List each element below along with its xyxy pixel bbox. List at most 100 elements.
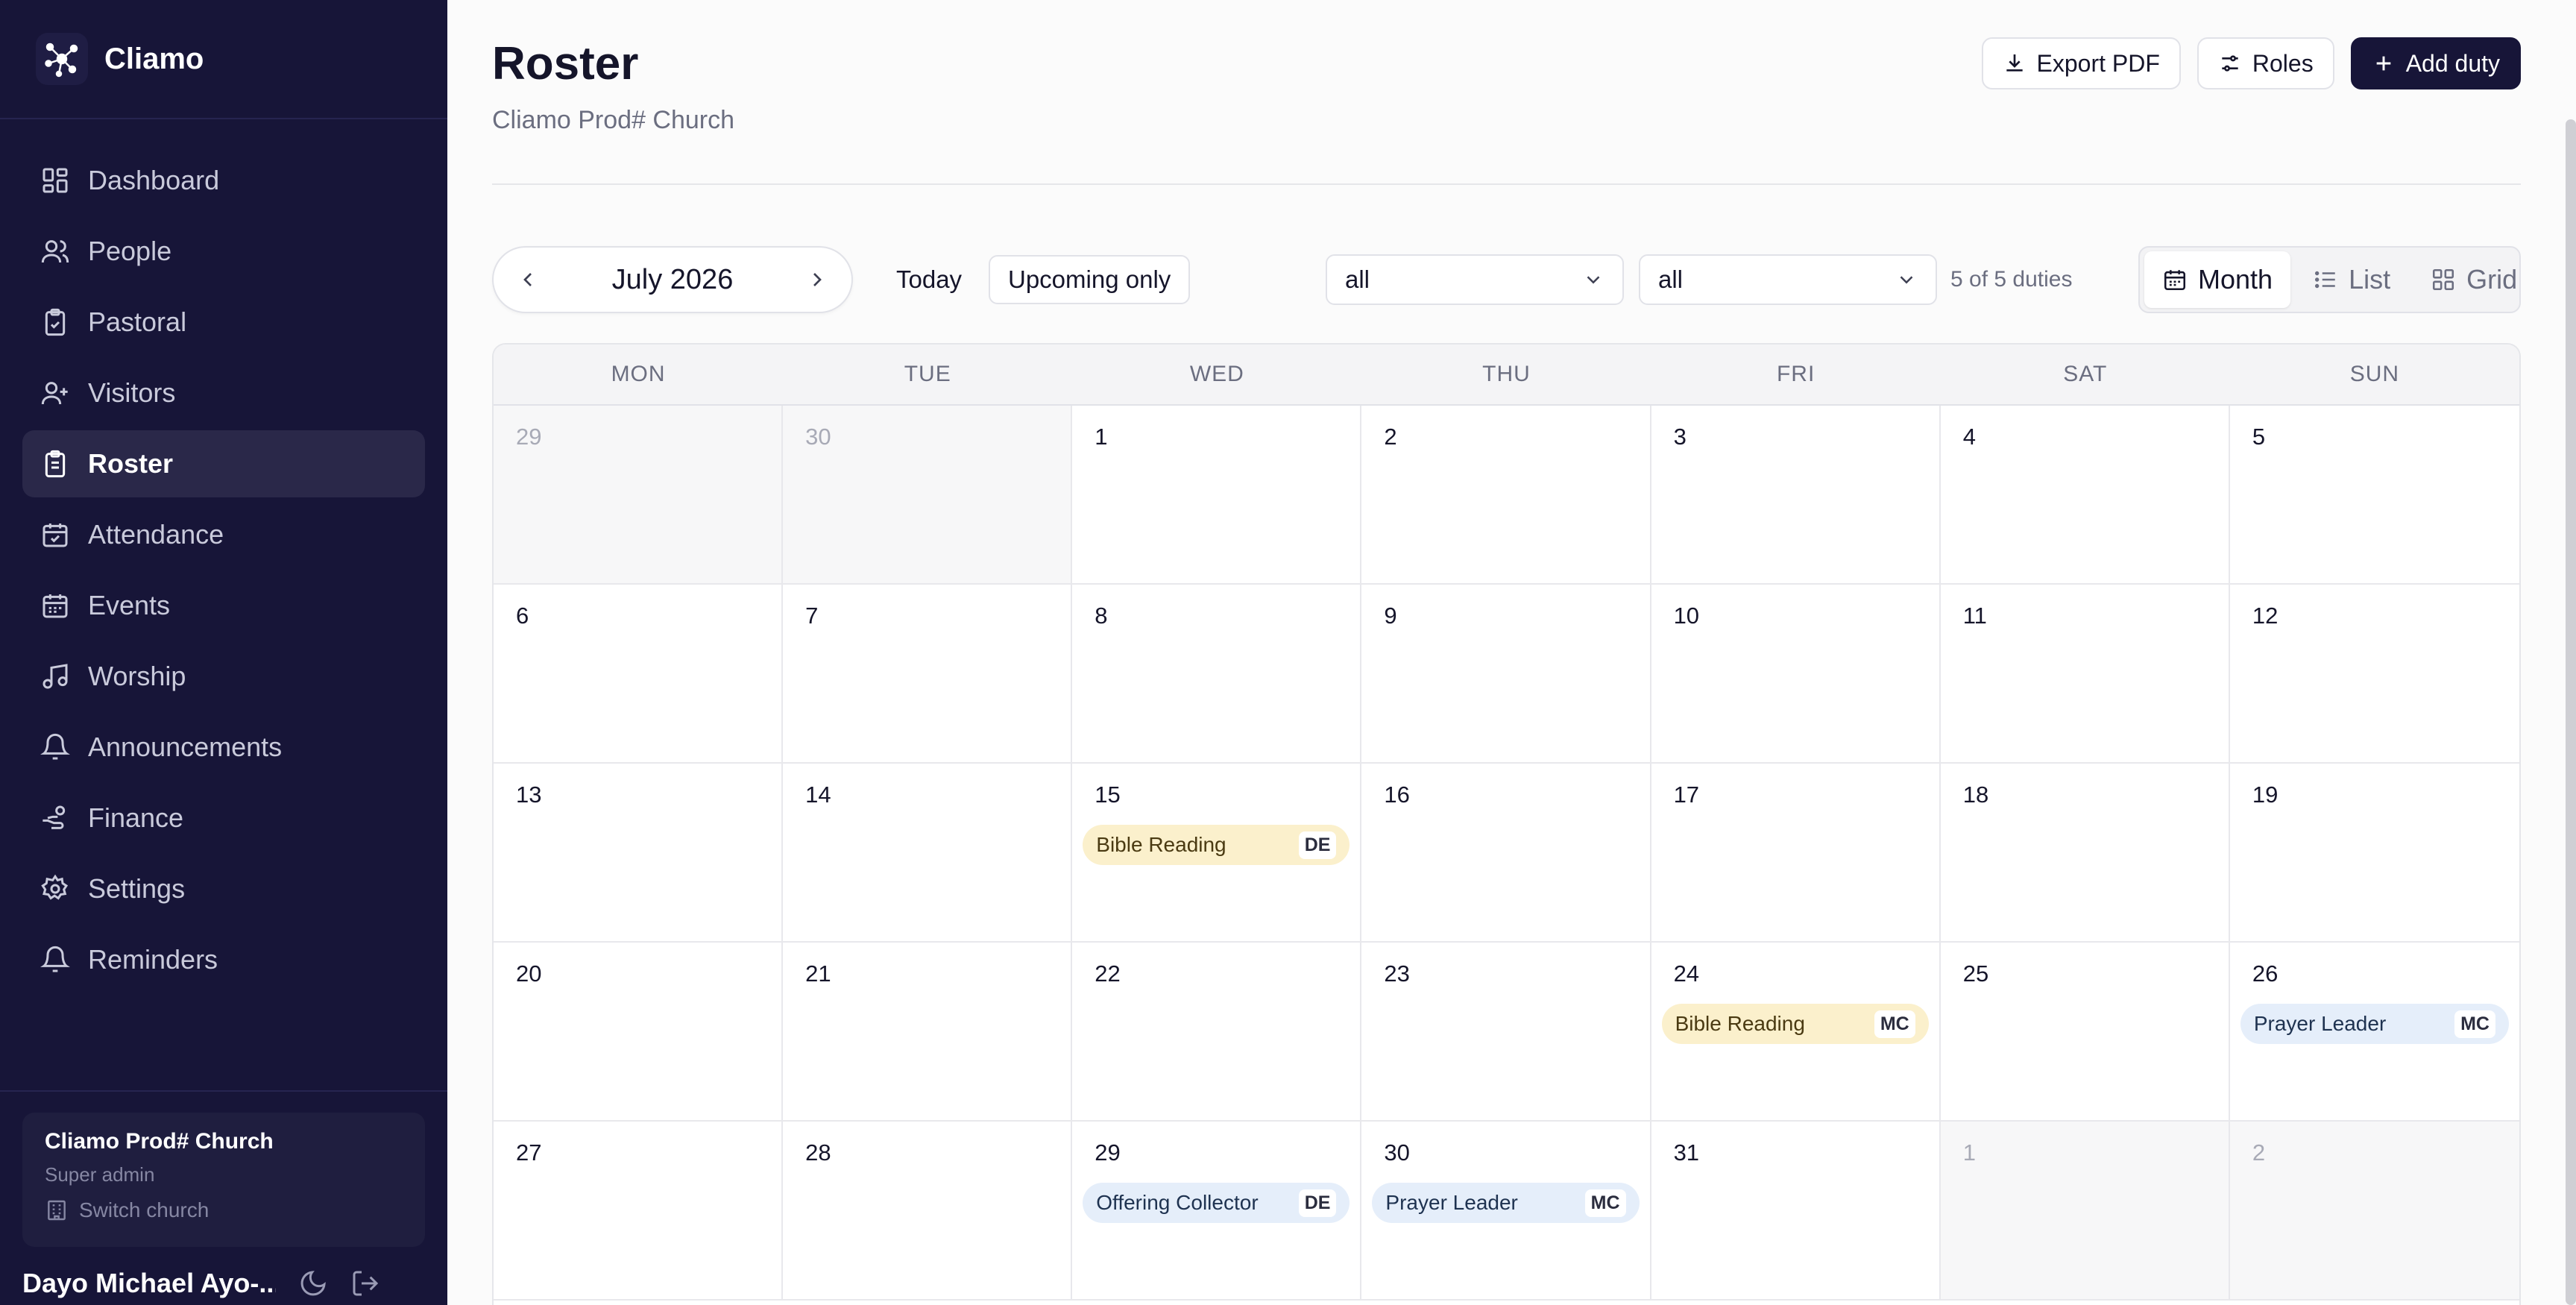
main-content: Roster Cliamo Prod# Church Export PDF Ro… (447, 0, 2576, 1305)
calendar-day-cell[interactable]: 21 (783, 943, 1073, 1122)
calendar-day-cell[interactable]: 10 (1651, 585, 1941, 764)
sidebar-item-label: Events (88, 590, 171, 620)
view-month-button[interactable]: Month (2144, 251, 2291, 308)
duty-event-chip[interactable]: Prayer Leader MC (2240, 1004, 2509, 1044)
day-number: 16 (1384, 782, 1410, 808)
sidebar-item-label: Finance (88, 802, 184, 833)
calendar-day-cell[interactable]: 18 (1940, 764, 2230, 943)
duty-count: 5 of 5 duties (1950, 267, 2073, 292)
calendar-day-cell[interactable]: 29 Offering Collector DE (1072, 1122, 1362, 1301)
chevron-down-icon (1900, 276, 1913, 284)
assignee-initials-badge: DE (1298, 831, 1337, 859)
day-number: 29 (1095, 1139, 1121, 1166)
calendar-day-cell[interactable]: 25 (1940, 943, 2230, 1122)
sidebar-divider (0, 118, 447, 119)
filter-select-2[interactable]: all (1639, 254, 1937, 305)
roles-button[interactable]: Roles (2196, 37, 2334, 89)
chevron-left-icon[interactable] (516, 268, 540, 292)
sidebar-item-label: Settings (88, 873, 186, 904)
weekday-header: MON TUE WED THU FRI SAT SUN (494, 345, 2519, 406)
view-list-button[interactable]: List (2295, 251, 2408, 308)
export-pdf-button[interactable]: Export PDF (1981, 37, 2181, 89)
chevron-down-icon (1587, 276, 1600, 284)
calendar-day-cell[interactable]: 24 Bible Reading MC (1651, 943, 1941, 1122)
calendar-day-cell[interactable]: 1 (1940, 1122, 2230, 1301)
calendar-day-cell[interactable]: 14 (783, 764, 1073, 943)
calendar-day-cell[interactable]: 30 (783, 406, 1073, 585)
calendar-day-cell[interactable]: 31 (1651, 1122, 1941, 1301)
calendar-day-cell[interactable]: 3 (1651, 406, 1941, 585)
day-number: 12 (2252, 603, 2279, 629)
sidebar-item-attendance[interactable]: Attendance (22, 501, 425, 568)
sidebar-item-roster[interactable]: Roster (22, 430, 425, 497)
calendar-day-cell[interactable]: 30 Prayer Leader MC (1361, 1122, 1651, 1301)
chevron-right-icon[interactable] (805, 268, 829, 292)
weekday-label: SAT (2063, 362, 2108, 386)
download-icon (2006, 54, 2023, 72)
calendar-day-cell[interactable]: 7 (783, 585, 1073, 764)
day-number: 22 (1095, 960, 1121, 987)
filter-select-1[interactable]: all (1326, 254, 1624, 305)
sidebar-item-events[interactable]: Events (22, 572, 425, 639)
day-number: 9 (1384, 603, 1397, 629)
day-number: 21 (805, 960, 831, 987)
calendar-day-cell[interactable]: 12 (2229, 585, 2519, 764)
day-number: 28 (805, 1139, 831, 1166)
moon-icon[interactable] (298, 1268, 328, 1298)
duty-event-chip[interactable]: Bible Reading DE (1083, 825, 1350, 865)
view-grid-button[interactable]: Grid (2413, 251, 2535, 308)
calendar-day-cell[interactable]: 23 (1361, 943, 1651, 1122)
sidebar-item-announcements[interactable]: Announcements (22, 714, 425, 781)
calendar-day-cell[interactable]: 11 (1940, 585, 2230, 764)
calendar-day-cell[interactable]: 26 Prayer Leader MC (2229, 943, 2519, 1122)
calendar-day-cell[interactable]: 17 (1651, 764, 1941, 943)
logout-icon[interactable] (350, 1268, 380, 1298)
brand[interactable]: Cliamo (36, 33, 204, 85)
sidebar-item-pastoral[interactable]: Pastoral (22, 289, 425, 356)
weekday-label: SUN (2349, 362, 2400, 386)
bell-icon (40, 733, 70, 760)
calendar-day-cell[interactable]: 2 (1361, 406, 1651, 585)
calendar-day-cell[interactable]: 20 (494, 943, 784, 1122)
calendar-day-cell[interactable]: 22 (1072, 943, 1362, 1122)
calendar-day-cell[interactable]: 6 (494, 585, 784, 764)
sidebar-item-dashboard[interactable]: Dashboard (22, 147, 425, 214)
sidebar-item-worship[interactable]: Worship (22, 643, 425, 710)
duty-title: Prayer Leader (2253, 1012, 2387, 1035)
page-title: Roster (492, 38, 639, 89)
calendar-day-cell[interactable]: 4 (1940, 406, 2230, 585)
calendar-day-cell[interactable]: 13 (494, 764, 784, 943)
duty-title: Bible Reading (1675, 1012, 1805, 1035)
calendar-day-cell[interactable]: 29 (494, 406, 784, 585)
duty-event-chip[interactable]: Bible Reading MC (1661, 1004, 1929, 1044)
sidebar-item-people[interactable]: People (22, 218, 425, 285)
church-card: Cliamo Prod# Church Super admin Switch c… (22, 1113, 425, 1247)
sidebar-item-visitors[interactable]: Visitors (22, 359, 425, 427)
calendar-day-cell[interactable]: 16 (1361, 764, 1651, 943)
sidebar-item-label: Dashboard (88, 165, 220, 195)
page-scrollbar[interactable] (2566, 119, 2576, 1305)
gear-icon (41, 874, 69, 900)
calendar-day-cell[interactable]: 15 Bible Reading DE (1072, 764, 1362, 943)
calendar-day-cell[interactable]: 19 (2229, 764, 2519, 943)
calendar-day-cell[interactable]: 27 (494, 1122, 784, 1301)
calendar-day-cell[interactable]: 5 (2229, 406, 2519, 585)
calendar-day-cell[interactable]: 9 (1361, 585, 1651, 764)
plus-icon (2376, 56, 2391, 71)
calendar-day-cell[interactable]: 2 (2229, 1122, 2519, 1301)
today-button[interactable]: Today (887, 255, 971, 304)
duty-event-chip[interactable]: Prayer Leader MC (1372, 1183, 1640, 1223)
switch-church-button[interactable]: Switch church (45, 1198, 403, 1222)
grid-icon (2433, 268, 2454, 291)
duty-event-chip[interactable]: Offering Collector DE (1083, 1183, 1350, 1223)
sidebar-item-finance[interactable]: Finance (22, 784, 425, 852)
sidebar-item-reminders[interactable]: Reminders (22, 926, 425, 993)
upcoming-only-toggle[interactable]: Upcoming only (989, 255, 1191, 304)
add-duty-button[interactable]: Add duty (2350, 37, 2521, 89)
switch-church-label: Switch church (79, 1198, 210, 1221)
calendar-day-cell[interactable]: 1 (1072, 406, 1362, 585)
export-pdf-label: Export PDF (2036, 49, 2160, 77)
calendar-day-cell[interactable]: 28 (783, 1122, 1073, 1301)
calendar-day-cell[interactable]: 8 (1072, 585, 1362, 764)
sidebar-item-settings[interactable]: Settings (22, 855, 425, 922)
